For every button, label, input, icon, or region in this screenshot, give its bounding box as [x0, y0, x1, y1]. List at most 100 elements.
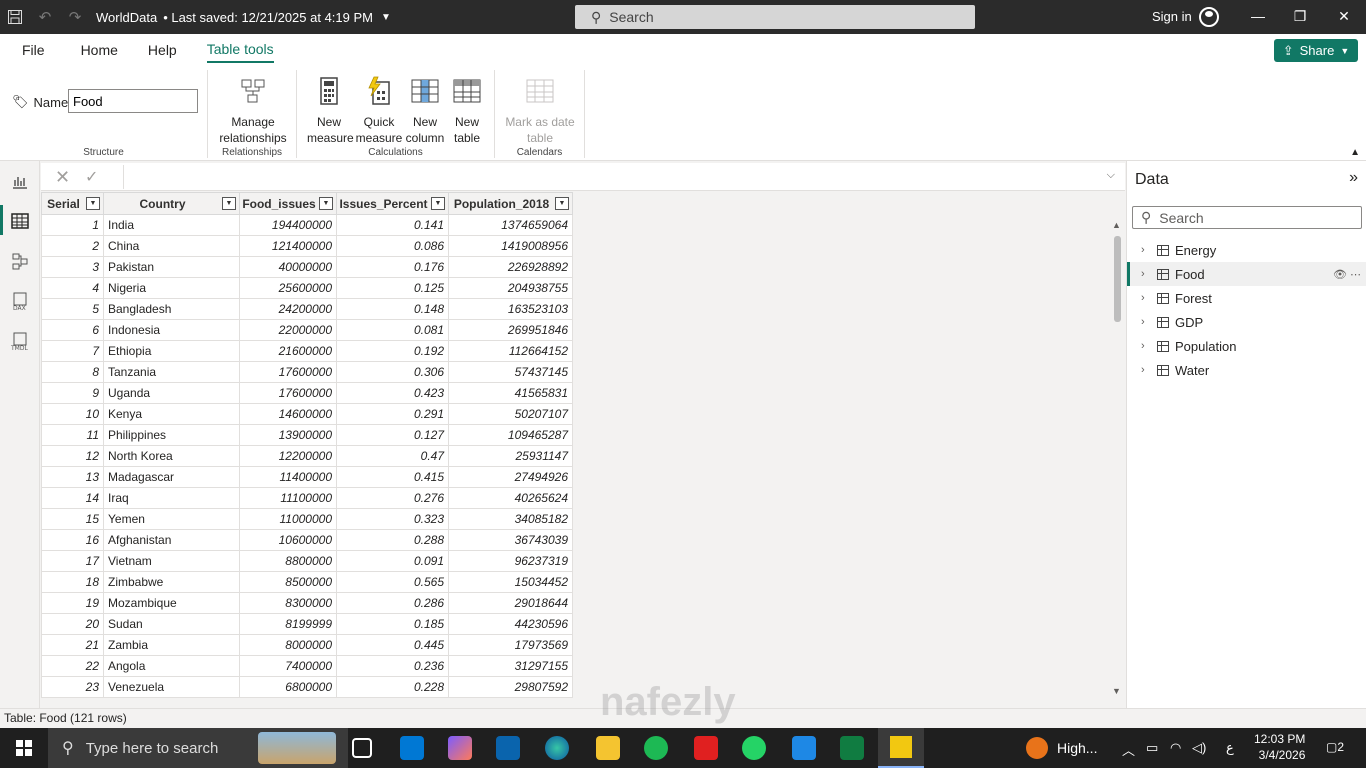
whatsapp-icon[interactable] — [742, 736, 766, 760]
file-explorer-icon[interactable] — [596, 736, 620, 760]
excel-icon[interactable] — [840, 736, 864, 760]
vertical-scrollbar[interactable]: ▲ ▼ — [1110, 220, 1125, 700]
cell-country[interactable]: Angola — [103, 655, 240, 677]
chevron-right-icon[interactable]: › — [1141, 292, 1155, 304]
cell-serial[interactable]: 16 — [41, 529, 104, 551]
cell-country[interactable]: Sudan — [103, 613, 240, 635]
app-icon[interactable] — [694, 736, 718, 760]
data-table-item-food[interactable]: › Food 👁 ⋯ — [1127, 262, 1366, 286]
cancel-formula-icon[interactable]: ✕ — [55, 167, 70, 188]
cell-issues-percent[interactable]: 0.127 — [336, 424, 449, 446]
cell-population-2018[interactable]: 41565831 — [448, 382, 573, 404]
cell-population-2018[interactable]: 163523103 — [448, 298, 573, 320]
table-name-input[interactable] — [68, 89, 198, 113]
cell-food-issues[interactable]: 14600000 — [239, 403, 337, 425]
cell-food-issues[interactable]: 11400000 — [239, 466, 337, 488]
cell-serial[interactable]: 2 — [41, 235, 104, 257]
cell-serial[interactable]: 20 — [41, 613, 104, 635]
sign-in-link[interactable]: Sign in — [1152, 9, 1192, 24]
collapse-ribbon-icon[interactable]: ▲ — [1350, 147, 1360, 158]
cell-food-issues[interactable]: 8500000 — [239, 571, 337, 593]
column-header-serial[interactable]: Serial ▼ — [41, 192, 104, 215]
cell-serial[interactable]: 1 — [41, 214, 104, 236]
chevron-right-icon[interactable]: › — [1141, 316, 1155, 328]
cell-serial[interactable]: 21 — [41, 634, 104, 656]
new-column-button[interactable]: New column — [403, 76, 447, 146]
cell-population-2018[interactable]: 1374659064 — [448, 214, 573, 236]
tab-table-tools[interactable]: Table tools — [206, 37, 274, 63]
cell-food-issues[interactable]: 7400000 — [239, 655, 337, 677]
cell-food-issues[interactable]: 22000000 — [239, 319, 337, 341]
cell-serial[interactable]: 23 — [41, 676, 104, 698]
edge-icon[interactable] — [545, 736, 569, 760]
cell-population-2018[interactable]: 269951846 — [448, 319, 573, 341]
scrollbar-thumb[interactable] — [1114, 236, 1121, 322]
cell-food-issues[interactable]: 17600000 — [239, 361, 337, 383]
language-indicator[interactable]: ع — [1226, 740, 1234, 756]
cell-issues-percent[interactable]: 0.565 — [336, 571, 449, 593]
commit-formula-icon[interactable]: ✓ — [85, 167, 98, 187]
cell-food-issues[interactable]: 121400000 — [239, 235, 337, 257]
app-icon[interactable] — [792, 736, 816, 760]
cell-population-2018[interactable]: 27494926 — [448, 466, 573, 488]
data-table-item-water[interactable]: › Water — [1127, 358, 1366, 382]
column-header-food-issues[interactable]: Food_issues ▼ — [239, 192, 337, 215]
save-icon[interactable] — [0, 0, 30, 34]
cell-country[interactable]: Ethiopia — [103, 340, 240, 362]
cell-country[interactable]: Zambia — [103, 634, 240, 656]
share-button[interactable]: ⇪ Share ▼ — [1274, 39, 1358, 62]
cell-food-issues[interactable]: 8300000 — [239, 592, 337, 614]
cell-country[interactable]: Zimbabwe — [103, 571, 240, 593]
cell-issues-percent[interactable]: 0.306 — [336, 361, 449, 383]
report-view-icon[interactable] — [10, 171, 30, 191]
cell-issues-percent[interactable]: 0.276 — [336, 487, 449, 509]
new-table-button[interactable]: New table — [447, 76, 487, 146]
cell-country[interactable]: Nigeria — [103, 277, 240, 299]
cell-country[interactable]: Tanzania — [103, 361, 240, 383]
cell-food-issues[interactable]: 11100000 — [239, 487, 337, 509]
maximize-icon[interactable]: ❐ — [1290, 8, 1310, 25]
cell-country[interactable]: Afghanistan — [103, 529, 240, 551]
chevron-right-icon[interactable]: › — [1141, 340, 1155, 352]
cell-issues-percent[interactable]: 0.185 — [336, 613, 449, 635]
clock[interactable]: 12:03 PM 3/4/2026 — [1254, 731, 1305, 763]
expand-formula-icon[interactable]: ⌵ — [1107, 169, 1115, 182]
column-header-issues-percent[interactable]: Issues_Percent ▼ — [336, 192, 449, 215]
close-icon[interactable]: ✕ — [1334, 8, 1354, 25]
tab-help[interactable]: Help — [148, 38, 177, 62]
collapse-pane-icon[interactable]: » — [1349, 169, 1358, 187]
cell-serial[interactable]: 22 — [41, 655, 104, 677]
undo-icon[interactable]: ↶ — [30, 0, 60, 34]
mark-as-date-table-button[interactable]: Mark as date table — [500, 76, 580, 146]
cell-country[interactable]: China — [103, 235, 240, 257]
cell-food-issues[interactable]: 8800000 — [239, 550, 337, 572]
cell-population-2018[interactable]: 29807592 — [448, 676, 573, 698]
cell-country[interactable]: Indonesia — [103, 319, 240, 341]
scroll-up-icon[interactable]: ▲ — [1112, 220, 1121, 230]
cell-population-2018[interactable]: 25931147 — [448, 445, 573, 467]
cell-population-2018[interactable]: 31297155 — [448, 655, 573, 677]
cell-serial[interactable]: 10 — [41, 403, 104, 425]
notifications-icon[interactable]: ▢2 — [1326, 740, 1344, 754]
windows-start-icon[interactable] — [16, 740, 32, 756]
outlook-icon[interactable] — [496, 736, 520, 760]
cell-food-issues[interactable]: 194400000 — [239, 214, 337, 236]
scroll-down-icon[interactable]: ▼ — [1112, 686, 1121, 696]
cell-country[interactable]: India — [103, 214, 240, 236]
cell-serial[interactable]: 5 — [41, 298, 104, 320]
cell-food-issues[interactable]: 12200000 — [239, 445, 337, 467]
power-bi-taskbar-item[interactable] — [878, 728, 924, 768]
cell-country[interactable]: Kenya — [103, 403, 240, 425]
cell-population-2018[interactable]: 1419008956 — [448, 235, 573, 257]
dax-query-view-icon[interactable]: DAX — [10, 291, 30, 311]
cell-population-2018[interactable]: 34085182 — [448, 508, 573, 530]
cell-population-2018[interactable]: 40265624 — [448, 487, 573, 509]
cell-population-2018[interactable]: 17973569 — [448, 634, 573, 656]
wifi-icon[interactable]: ◠ — [1170, 740, 1181, 756]
manage-relationships-button[interactable]: Manage relationships — [218, 76, 288, 146]
cell-issues-percent[interactable]: 0.47 — [336, 445, 449, 467]
cell-serial[interactable]: 12 — [41, 445, 104, 467]
tab-file[interactable]: File — [22, 38, 45, 62]
data-table-item-forest[interactable]: › Forest — [1127, 286, 1366, 310]
task-view-icon[interactable] — [352, 738, 372, 758]
